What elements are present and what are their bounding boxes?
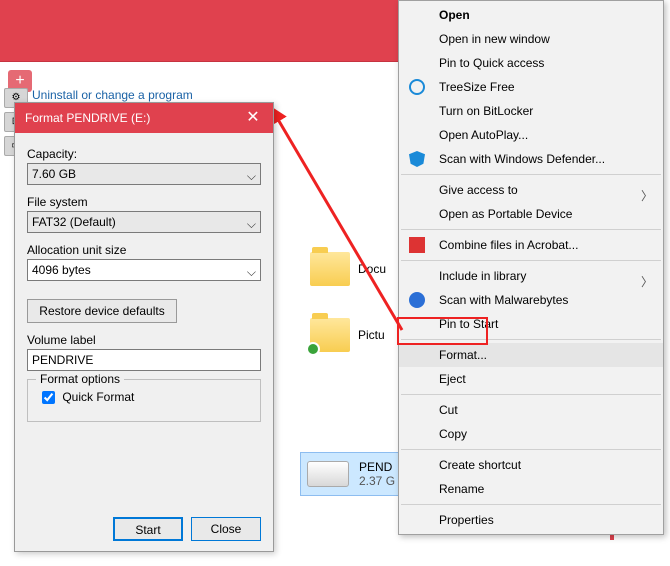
menu-rename[interactable]: Rename [399, 477, 663, 501]
share-badge-icon [306, 342, 320, 356]
restore-defaults-button[interactable]: Restore device defaults [27, 299, 177, 323]
menu-separator [401, 394, 661, 395]
drive-subtext: 2.37 G [359, 474, 395, 488]
menu-cut[interactable]: Cut [399, 398, 663, 422]
menu-create-shortcut[interactable]: Create shortcut [399, 453, 663, 477]
dialog-titlebar: Format PENDRIVE (E:) ✕ [15, 103, 273, 133]
folder-pictures[interactable]: Pictu [310, 318, 385, 352]
menu-separator [401, 504, 661, 505]
context-menu: Open Open in new window Pin to Quick acc… [398, 0, 664, 535]
start-button[interactable]: Start [113, 517, 183, 541]
uninstall-link[interactable]: Uninstall or change a program [32, 88, 193, 102]
close-button[interactable]: ✕ [233, 103, 273, 133]
menu-give-access[interactable]: Give access to〉 [399, 178, 663, 202]
menu-acrobat[interactable]: Combine files in Acrobat... [399, 233, 663, 257]
format-options-legend: Format options [36, 372, 124, 386]
menu-separator [401, 174, 661, 175]
menu-separator [401, 229, 661, 230]
menu-portable-device[interactable]: Open as Portable Device [399, 202, 663, 226]
folder-icon [310, 252, 350, 286]
shield-icon [409, 151, 425, 167]
menu-bitlocker[interactable]: Turn on BitLocker [399, 99, 663, 123]
menu-pin-quick-access[interactable]: Pin to Quick access [399, 51, 663, 75]
menu-properties[interactable]: Properties [399, 508, 663, 532]
quick-format-input[interactable] [42, 391, 55, 404]
capacity-label: Capacity: [27, 147, 261, 161]
menu-open-new-window[interactable]: Open in new window [399, 27, 663, 51]
menu-separator [401, 339, 661, 340]
menu-pin-start[interactable]: Pin to Start [399, 312, 663, 336]
volume-label-input[interactable] [27, 349, 261, 371]
menu-format[interactable]: Format... [399, 343, 663, 367]
drive-name: PEND [359, 460, 395, 474]
quick-format-checkbox[interactable]: Quick Format [38, 390, 134, 404]
menu-copy[interactable]: Copy [399, 422, 663, 446]
filesystem-label: File system [27, 195, 261, 209]
folder-icon [310, 318, 350, 352]
close-dialog-button[interactable]: Close [191, 517, 261, 541]
filesystem-select[interactable]: FAT32 (Default) [27, 211, 261, 233]
dialog-title: Format PENDRIVE (E:) [25, 111, 150, 125]
menu-autoplay[interactable]: Open AutoPlay... [399, 123, 663, 147]
menu-include-library[interactable]: Include in library〉 [399, 264, 663, 288]
malwarebytes-icon [409, 292, 425, 308]
volume-label-label: Volume label [27, 333, 261, 347]
quick-format-label: Quick Format [62, 390, 134, 404]
menu-separator [401, 449, 661, 450]
folder-label: Pictu [358, 328, 385, 342]
menu-eject[interactable]: Eject [399, 367, 663, 391]
pdf-icon [409, 237, 425, 253]
treesize-icon [409, 79, 425, 95]
menu-treesize[interactable]: TreeSize Free [399, 75, 663, 99]
menu-open[interactable]: Open [399, 3, 663, 27]
format-options-group: Format options Quick Format [27, 379, 261, 422]
allocation-select[interactable]: 4096 bytes [27, 259, 261, 281]
usb-drive-icon [307, 461, 349, 487]
allocation-label: Allocation unit size [27, 243, 261, 257]
menu-separator [401, 260, 661, 261]
folder-documents[interactable]: Docu [310, 252, 386, 286]
format-dialog: Format PENDRIVE (E:) ✕ Capacity: 7.60 GB… [14, 102, 274, 552]
folder-label: Docu [358, 262, 386, 276]
capacity-select[interactable]: 7.60 GB [27, 163, 261, 185]
menu-malwarebytes[interactable]: Scan with Malwarebytes [399, 288, 663, 312]
menu-defender[interactable]: Scan with Windows Defender... [399, 147, 663, 171]
